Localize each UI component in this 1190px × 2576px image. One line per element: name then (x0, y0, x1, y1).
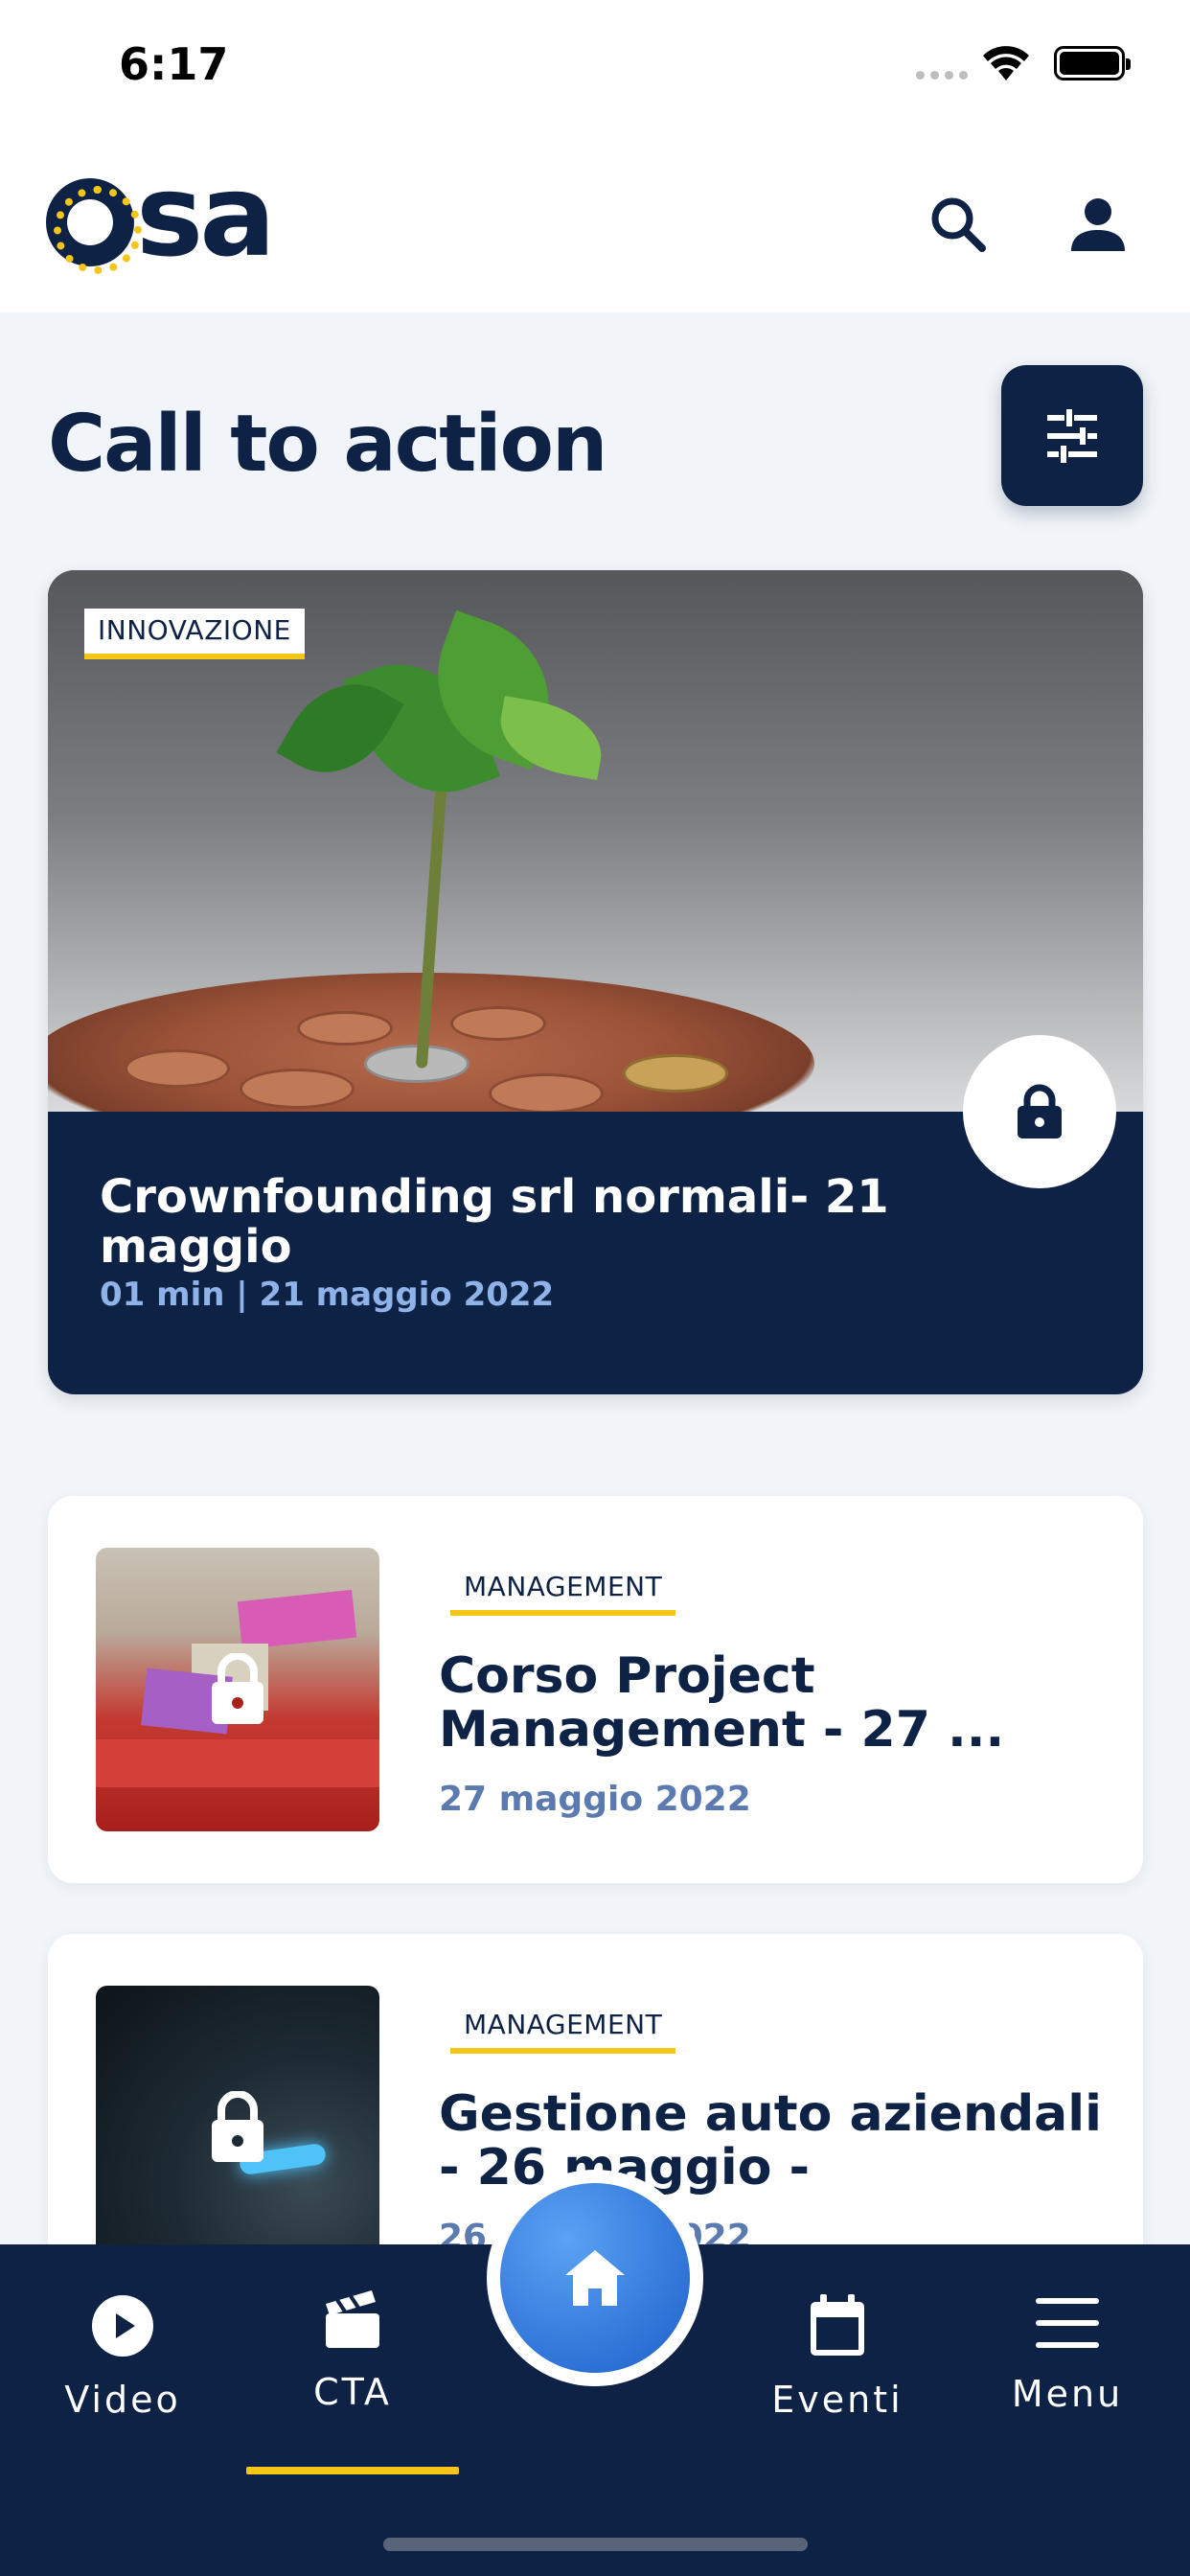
menu-icon (1036, 2298, 1099, 2348)
lock-icon (1018, 1084, 1062, 1138)
featured-title: Crownfounding srl normali- 21 maggio (100, 1170, 889, 1274)
filter-button[interactable] (1001, 365, 1143, 506)
card-title: Corso Project Management - 27 ... (439, 1647, 1005, 1759)
card-date: 27 maggio 2022 (439, 1780, 751, 1819)
card-category-tag: MANAGEMENT (450, 1571, 676, 1616)
user-icon[interactable] (1062, 188, 1134, 261)
home-button[interactable] (487, 2170, 703, 2386)
app-logo[interactable]: sa (46, 159, 276, 274)
featured-meta: 01 min | 21 maggio 2022 (100, 1276, 555, 1314)
lock-icon (212, 2091, 263, 2162)
featured-image: INNOVAZIONE (48, 570, 1143, 1112)
status-bar: 6:17 (0, 0, 1190, 134)
sliders-icon (1047, 408, 1097, 463)
calendar-icon (811, 2294, 864, 2356)
clapperboard-icon (326, 2290, 379, 2348)
nav-item-cta[interactable]: CTA (257, 2290, 448, 2413)
home-indicator (383, 2538, 808, 2551)
cta-card[interactable]: MANAGEMENT Corso Project Management - 27… (48, 1496, 1143, 1883)
home-button-inner (500, 2183, 690, 2373)
signal-icon (916, 71, 968, 80)
featured-category-tag: INNOVAZIONE (84, 609, 305, 659)
nav-label: Eventi (771, 2379, 904, 2421)
page-title: Call to action (48, 399, 607, 490)
play-icon (92, 2295, 153, 2357)
nav-item-eventi[interactable]: Eventi (742, 2294, 933, 2421)
featured-card[interactable]: INNOVAZIONE Crownfounding srl normali- 2… (48, 570, 1143, 1394)
nav-label: Menu (1011, 2373, 1124, 2415)
app-header: sa (0, 134, 1190, 312)
logo-emblem (46, 178, 142, 274)
nav-item-video[interactable]: Video (27, 2294, 218, 2421)
nav-item-menu[interactable]: Menu (972, 2294, 1163, 2415)
nav-label: CTA (313, 2371, 392, 2413)
active-tab-indicator (246, 2467, 459, 2474)
lock-icon (212, 1653, 263, 1724)
featured-lock-badge (963, 1035, 1116, 1188)
status-time: 6:17 (119, 38, 229, 90)
card-title: Gestione auto aziendali - 26 maggio - (439, 2085, 1102, 2196)
home-icon (565, 2250, 625, 2306)
nav-label: Video (64, 2379, 181, 2421)
card-category-tag: MANAGEMENT (450, 2009, 676, 2054)
card-thumbnail (96, 1986, 379, 2269)
wifi-icon (983, 46, 1029, 80)
card-thumbnail (96, 1548, 379, 1831)
logo-text: sa (136, 150, 276, 282)
battery-icon (1054, 46, 1131, 80)
search-icon[interactable] (922, 188, 995, 261)
